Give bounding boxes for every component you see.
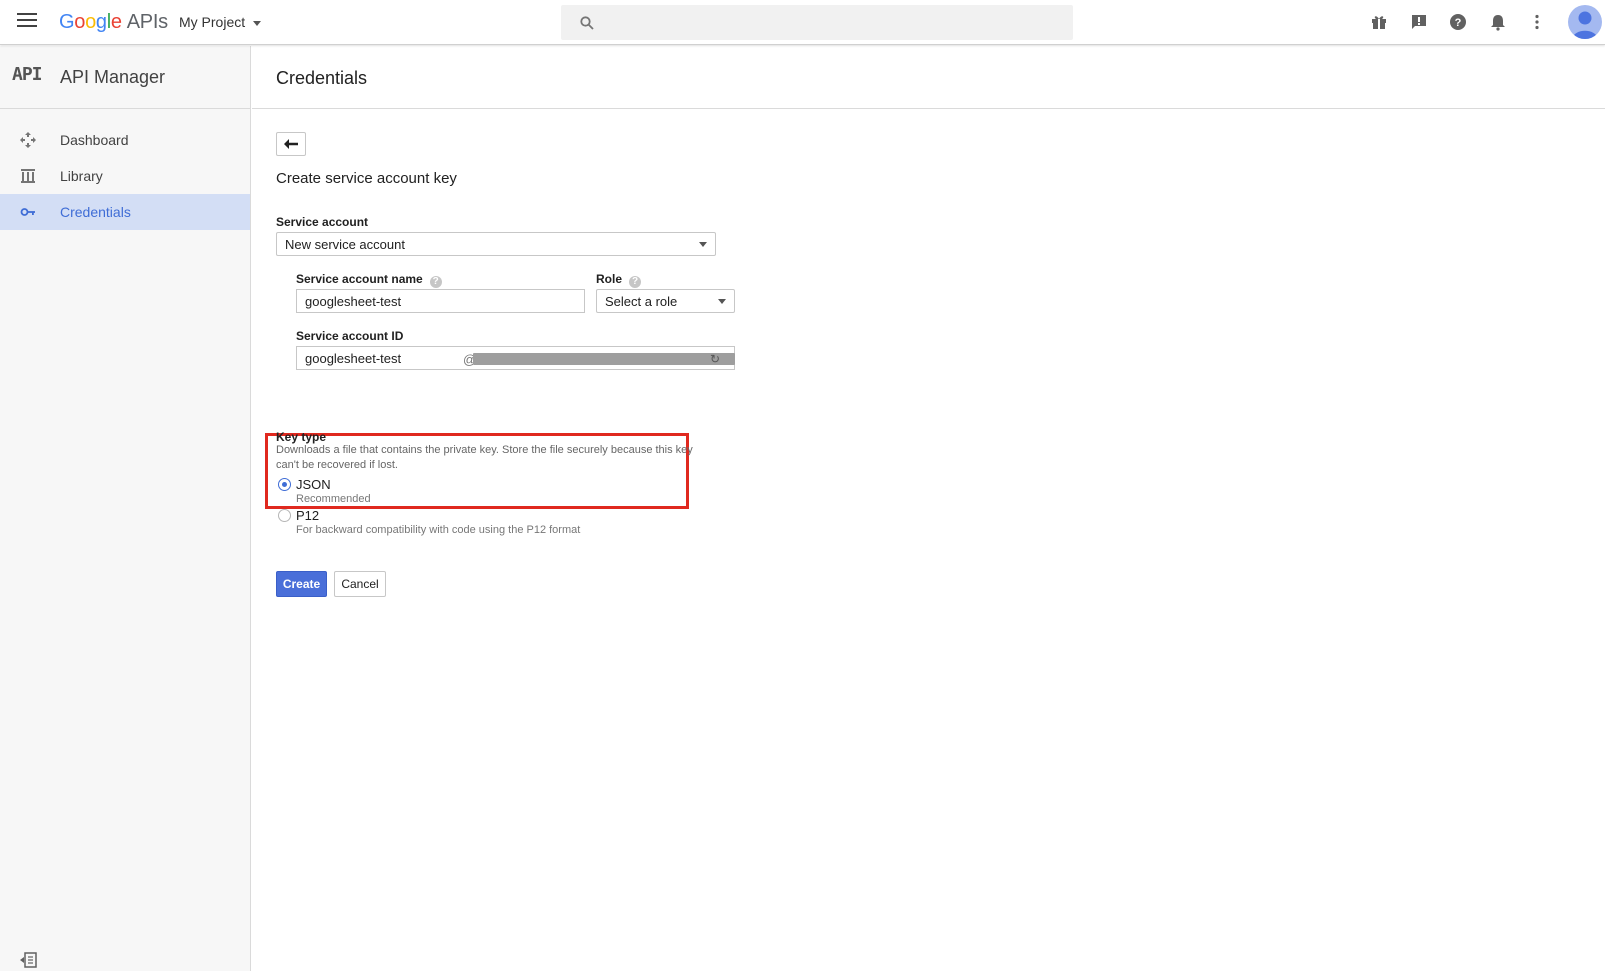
logo-letter: o — [85, 11, 96, 33]
feedback-icon[interactable] — [1410, 13, 1428, 31]
logo-letter: g — [95, 11, 107, 33]
back-button[interactable] — [276, 132, 306, 156]
key-type-description: Downloads a file that contains the priva… — [276, 443, 693, 473]
arrow-back-icon — [284, 139, 298, 149]
service-account-name-label: Service account name? — [296, 272, 442, 288]
search-icon — [580, 16, 594, 30]
logo-letter: o — [74, 11, 86, 33]
p12-option-label[interactable]: P12 — [296, 508, 319, 523]
refresh-icon[interactable]: ↻ — [710, 352, 720, 366]
sidebar-item-dashboard[interactable]: Dashboard — [0, 122, 250, 158]
key-type-label: Key type — [276, 430, 327, 444]
role-label: Role? — [596, 272, 642, 288]
library-icon — [21, 169, 35, 183]
account-avatar[interactable] — [1568, 5, 1602, 39]
api-logo-icon: API — [12, 64, 42, 85]
role-label-text: Role — [596, 272, 623, 286]
top-app-bar: Google APIs My Project ? — [0, 0, 1605, 45]
sidebar-item-label: Library — [60, 168, 103, 184]
service-account-id-field[interactable]: googlesheet-test @ ↻ — [296, 346, 735, 370]
help-icon[interactable]: ? — [1449, 13, 1467, 31]
google-apis-logo[interactable]: Google APIs — [59, 11, 168, 34]
create-button[interactable]: Create — [276, 571, 327, 597]
service-account-name-input[interactable] — [296, 289, 585, 313]
service-account-value: New service account — [285, 237, 405, 252]
p12-option-sub: For backward compatibility with code usi… — [296, 524, 581, 536]
more-vert-icon[interactable] — [1528, 13, 1546, 31]
svg-text:?: ? — [1455, 17, 1462, 29]
role-value: Select a role — [605, 294, 678, 309]
project-name: My Project — [179, 14, 246, 30]
sidebar-item-label: Credentials — [60, 204, 131, 220]
p12-radio[interactable] — [278, 509, 291, 522]
help-icon[interactable]: ? — [629, 276, 642, 288]
search-bar[interactable] — [561, 5, 1073, 40]
logo-letter: G — [59, 11, 75, 33]
main-content: Credentials Create service account key S… — [252, 46, 1605, 971]
dropdown-arrow-icon — [699, 242, 707, 247]
page-header: Credentials — [252, 46, 1605, 109]
service-account-label: Service account — [276, 215, 369, 229]
gift-icon[interactable] — [1370, 13, 1388, 31]
key-type-description-line: can't be recovered if lost. — [276, 459, 398, 471]
sidebar-title: API Manager — [60, 67, 166, 87]
form-title: Create service account key — [276, 170, 457, 187]
role-select[interactable]: Select a role — [596, 289, 735, 313]
service-account-select[interactable]: New service account — [276, 232, 716, 256]
caret-down-icon — [253, 20, 262, 26]
sidebar-item-label: Dashboard — [60, 132, 129, 148]
person-icon — [1572, 11, 1598, 39]
sidebar-header: API API Manager — [0, 46, 250, 109]
sidebar-nav: Dashboard Library Credentials — [0, 122, 250, 230]
sidebar-item-credentials[interactable]: Credentials — [0, 194, 250, 230]
key-type-description-line: Downloads a file that contains the priva… — [276, 444, 693, 456]
key-icon — [20, 208, 35, 216]
help-icon[interactable]: ? — [429, 276, 442, 288]
menu-icon[interactable] — [17, 13, 37, 31]
sidebar: API API Manager Dashboard Library Creden… — [0, 46, 251, 971]
page-title: Credentials — [276, 68, 368, 88]
notifications-icon[interactable] — [1489, 13, 1507, 31]
json-radio[interactable] — [278, 478, 291, 491]
service-account-id-label: Service account ID — [296, 329, 404, 343]
project-selector[interactable]: My Project — [179, 14, 262, 30]
json-option-sub: Recommended — [296, 493, 371, 505]
cancel-button[interactable]: Cancel — [334, 571, 386, 597]
sidebar-item-library[interactable]: Library — [0, 158, 250, 194]
service-account-id-value: googlesheet-test — [305, 351, 402, 366]
logo-suffix: APIs — [126, 11, 168, 33]
logo-letter: e — [110, 11, 122, 33]
dropdown-arrow-icon — [718, 299, 726, 304]
json-option-label[interactable]: JSON — [296, 477, 331, 492]
dashboard-icon — [20, 132, 36, 148]
collapse-sidebar-icon[interactable] — [19, 952, 37, 968]
redacted-domain — [473, 353, 735, 365]
service-account-name-label-text: Service account name — [296, 272, 423, 286]
